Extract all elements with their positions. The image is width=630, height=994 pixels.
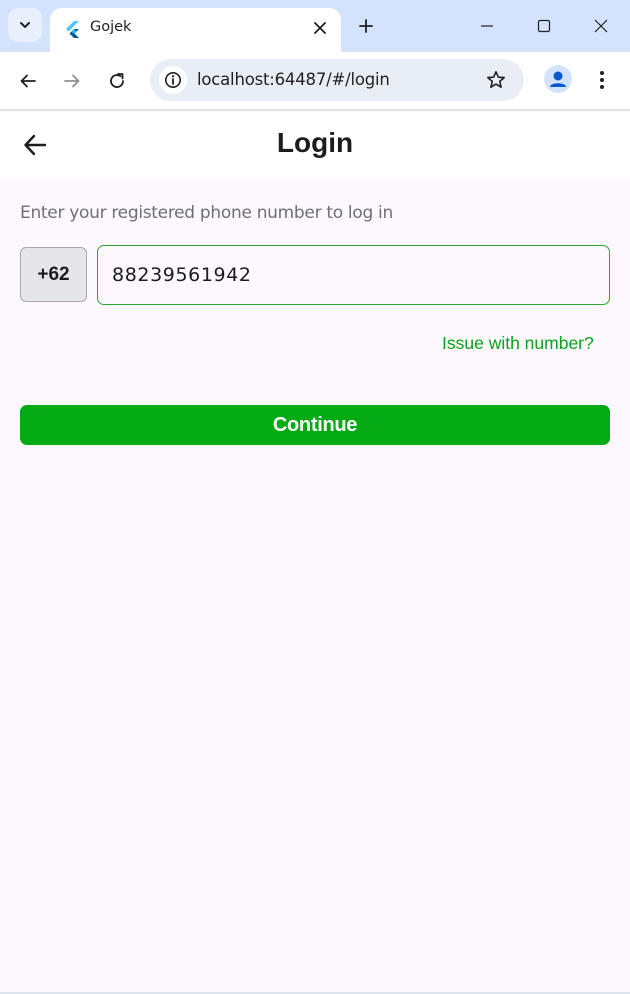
close-window-button[interactable] — [587, 12, 615, 40]
forward-button[interactable] — [58, 67, 86, 95]
reload-icon — [110, 73, 124, 88]
site-info-button[interactable] — [159, 66, 187, 94]
person-icon — [550, 71, 566, 87]
minimize-button[interactable] — [473, 12, 501, 40]
login-screen: Login Enter your registered phone number… — [0, 111, 630, 992]
info-icon — [165, 72, 181, 88]
close-icon — [594, 19, 608, 33]
url-text: localhost:64487/#/login — [197, 70, 390, 89]
app-bar: Login — [0, 111, 630, 179]
flutter-icon — [66, 21, 79, 38]
browser-menu-button[interactable] — [590, 67, 614, 93]
page-title: Login — [276, 127, 354, 158]
plus-icon — [359, 19, 373, 33]
new-tab-button[interactable] — [354, 14, 378, 38]
star-icon — [487, 71, 505, 88]
kebab-icon — [600, 71, 604, 89]
continue-button[interactable]: Continue — [20, 405, 610, 445]
country-code-selector[interactable]: +62 — [20, 247, 87, 302]
phone-number-input[interactable] — [97, 245, 610, 305]
maximize-button[interactable] — [530, 12, 558, 40]
tab-search-button[interactable] — [8, 8, 42, 42]
minimize-icon — [481, 25, 493, 27]
bookmark-button[interactable] — [484, 68, 508, 92]
browser-tabstrip: Gojek — [0, 0, 630, 52]
profile-button[interactable] — [544, 65, 572, 93]
browser-tab[interactable]: Gojek — [50, 8, 341, 52]
close-icon — [314, 22, 326, 34]
arrow-left-icon — [20, 74, 36, 88]
login-instruction: Enter your registered phone number to lo… — [20, 203, 393, 223]
tab-close-button[interactable] — [309, 17, 331, 39]
issue-with-number-link[interactable]: Issue with number? — [442, 333, 594, 354]
maximize-icon — [537, 19, 551, 33]
browser-toolbar: localhost:64487/#/login — [0, 52, 630, 110]
tab-title: Gojek — [90, 19, 132, 35]
arrow-right-icon — [64, 74, 80, 88]
back-button[interactable] — [14, 67, 42, 95]
chevron-down-icon — [20, 22, 30, 28]
address-bar[interactable]: localhost:64487/#/login — [150, 59, 524, 101]
reload-button[interactable] — [103, 67, 131, 95]
